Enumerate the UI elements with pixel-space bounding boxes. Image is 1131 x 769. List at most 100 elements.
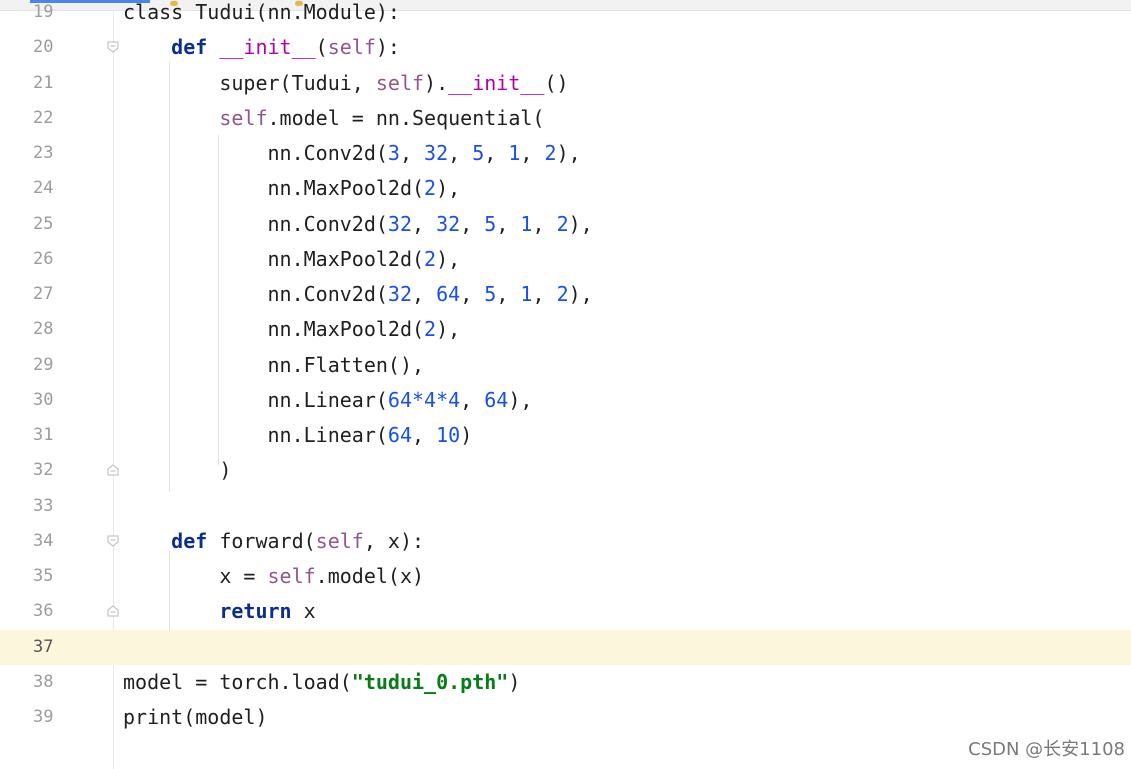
code-text[interactable]: nn.Conv2d(32, 64, 5, 1, 2), — [123, 277, 593, 312]
line-number[interactable]: 37 — [33, 630, 78, 665]
code-line[interactable]: 39 print(model) — [0, 700, 1131, 735]
code-token: self — [327, 35, 376, 60]
code-line[interactable]: 33 — [0, 489, 1131, 524]
code-token: 32 — [387, 282, 412, 306]
code-line[interactable]: 19 class Tudui(nn.Module): — [0, 0, 1131, 30]
line-number[interactable]: 26 — [33, 242, 78, 277]
code-text[interactable]: nn.MaxPool2d(2), — [123, 242, 460, 277]
indent-guide — [218, 135, 219, 465]
line-number[interactable]: 29 — [33, 348, 78, 383]
code-text[interactable]: nn.MaxPool2d(2), — [123, 171, 460, 206]
code-text[interactable]: nn.Conv2d(3, 32, 5, 1, 2), — [123, 136, 581, 171]
code-token: 64 — [436, 282, 461, 306]
fold-end-icon[interactable] — [107, 605, 119, 617]
code-token: ) — [123, 458, 232, 483]
code-token: 5 — [472, 141, 485, 165]
code-token: , — [484, 141, 509, 165]
code-line[interactable]: 20 def __init__(self): — [0, 30, 1131, 65]
code-token: __init__ — [448, 70, 545, 95]
code-token: nn.Conv2d( — [123, 141, 388, 165]
line-number[interactable]: 24 — [33, 171, 78, 206]
code-text[interactable]: return x — [123, 594, 315, 629]
code-token: , — [460, 211, 485, 236]
code-token: 3 — [387, 141, 400, 165]
code-text[interactable]: nn.Linear(64, 10) — [123, 418, 472, 453]
code-token: def — [171, 528, 208, 553]
code-token: , — [412, 211, 437, 236]
line-number[interactable]: 34 — [33, 524, 78, 559]
code-token: , — [496, 211, 521, 236]
code-text[interactable]: class Tudui(nn.Module): — [123, 0, 400, 30]
indent-guide — [169, 62, 170, 492]
code-text[interactable]: nn.MaxPool2d(2), — [123, 312, 460, 347]
code-token: ), — [568, 282, 593, 306]
code-line[interactable]: 37 — [0, 629, 1131, 665]
code-token: model = torch.load( — [123, 669, 352, 694]
line-number[interactable]: 28 — [33, 312, 78, 347]
code-token: 1 — [520, 211, 533, 236]
line-number[interactable]: 38 — [33, 665, 78, 700]
line-number[interactable]: 36 — [33, 594, 78, 629]
fold-open-icon[interactable] — [107, 41, 119, 53]
code-text[interactable]: self.model = nn.Sequential( — [123, 101, 544, 136]
code-token: .model(x) — [315, 564, 425, 588]
code-token: , — [460, 387, 485, 412]
code-token: ): — [375, 35, 400, 60]
code-token: self — [219, 105, 268, 130]
line-number[interactable]: 32 — [33, 453, 78, 488]
code-token: self — [375, 70, 425, 95]
code-text[interactable]: nn.Conv2d(32, 32, 5, 1, 2), — [123, 207, 592, 242]
line-number[interactable]: 21 — [33, 66, 78, 101]
code-text[interactable]: def __init__(self): — [123, 30, 400, 65]
code-token: def — [171, 35, 208, 60]
code-token: ). — [424, 70, 449, 95]
line-number[interactable]: 33 — [33, 489, 78, 524]
code-text[interactable]: model = torch.load("tudui_0.pth") — [123, 665, 520, 700]
code-token: print(model) — [123, 705, 268, 729]
code-token: , — [532, 211, 557, 236]
line-number[interactable]: 30 — [33, 383, 78, 418]
line-number[interactable]: 39 — [33, 700, 78, 735]
code-token: , x): — [363, 528, 425, 553]
fold-open-icon[interactable] — [107, 535, 119, 547]
line-number[interactable]: 20 — [33, 30, 78, 65]
code-token: class Tudui(nn.Module): — [123, 0, 400, 24]
line-number[interactable]: 23 — [33, 136, 78, 171]
code-token: nn.Linear( — [123, 387, 388, 412]
code-token: () — [544, 70, 569, 95]
line-number[interactable]: 31 — [33, 418, 78, 453]
code-token: 32 — [436, 211, 461, 236]
code-token: ), — [436, 176, 461, 201]
code-token: 10 — [436, 423, 461, 447]
code-text[interactable]: print(model) — [123, 700, 268, 735]
code-token: ), — [436, 317, 461, 342]
code-token: forward( — [207, 528, 316, 553]
code-line[interactable]: 38 model = torch.load("tudui_0.pth") — [0, 665, 1131, 700]
line-number[interactable]: 25 — [33, 207, 78, 242]
code-token: ), — [436, 246, 461, 271]
code-token: self — [267, 564, 316, 588]
code-text[interactable]: ) — [123, 453, 231, 488]
code-token: self — [315, 528, 364, 553]
fold-end-icon[interactable] — [107, 464, 119, 476]
code-text[interactable]: super(Tudui, self).__init__() — [123, 66, 569, 101]
code-token: 5 — [484, 282, 497, 306]
code-token: 2 — [556, 211, 569, 236]
code-token: "tudui_0.pth" — [351, 669, 509, 694]
code-token: , — [412, 423, 437, 447]
code-token: ) — [460, 423, 473, 447]
code-token: 64*4*4 — [387, 387, 461, 412]
line-number[interactable]: 35 — [33, 559, 78, 594]
code-token: __init__ — [219, 35, 316, 60]
code-token: 5 — [484, 211, 497, 236]
line-number[interactable]: 27 — [33, 277, 78, 312]
indent-guide — [169, 550, 170, 630]
code-token: ), — [556, 141, 581, 165]
code-text[interactable]: nn.Linear(64*4*4, 64), — [123, 383, 532, 418]
line-number[interactable]: 19 — [33, 0, 78, 30]
line-number[interactable]: 22 — [33, 101, 78, 136]
